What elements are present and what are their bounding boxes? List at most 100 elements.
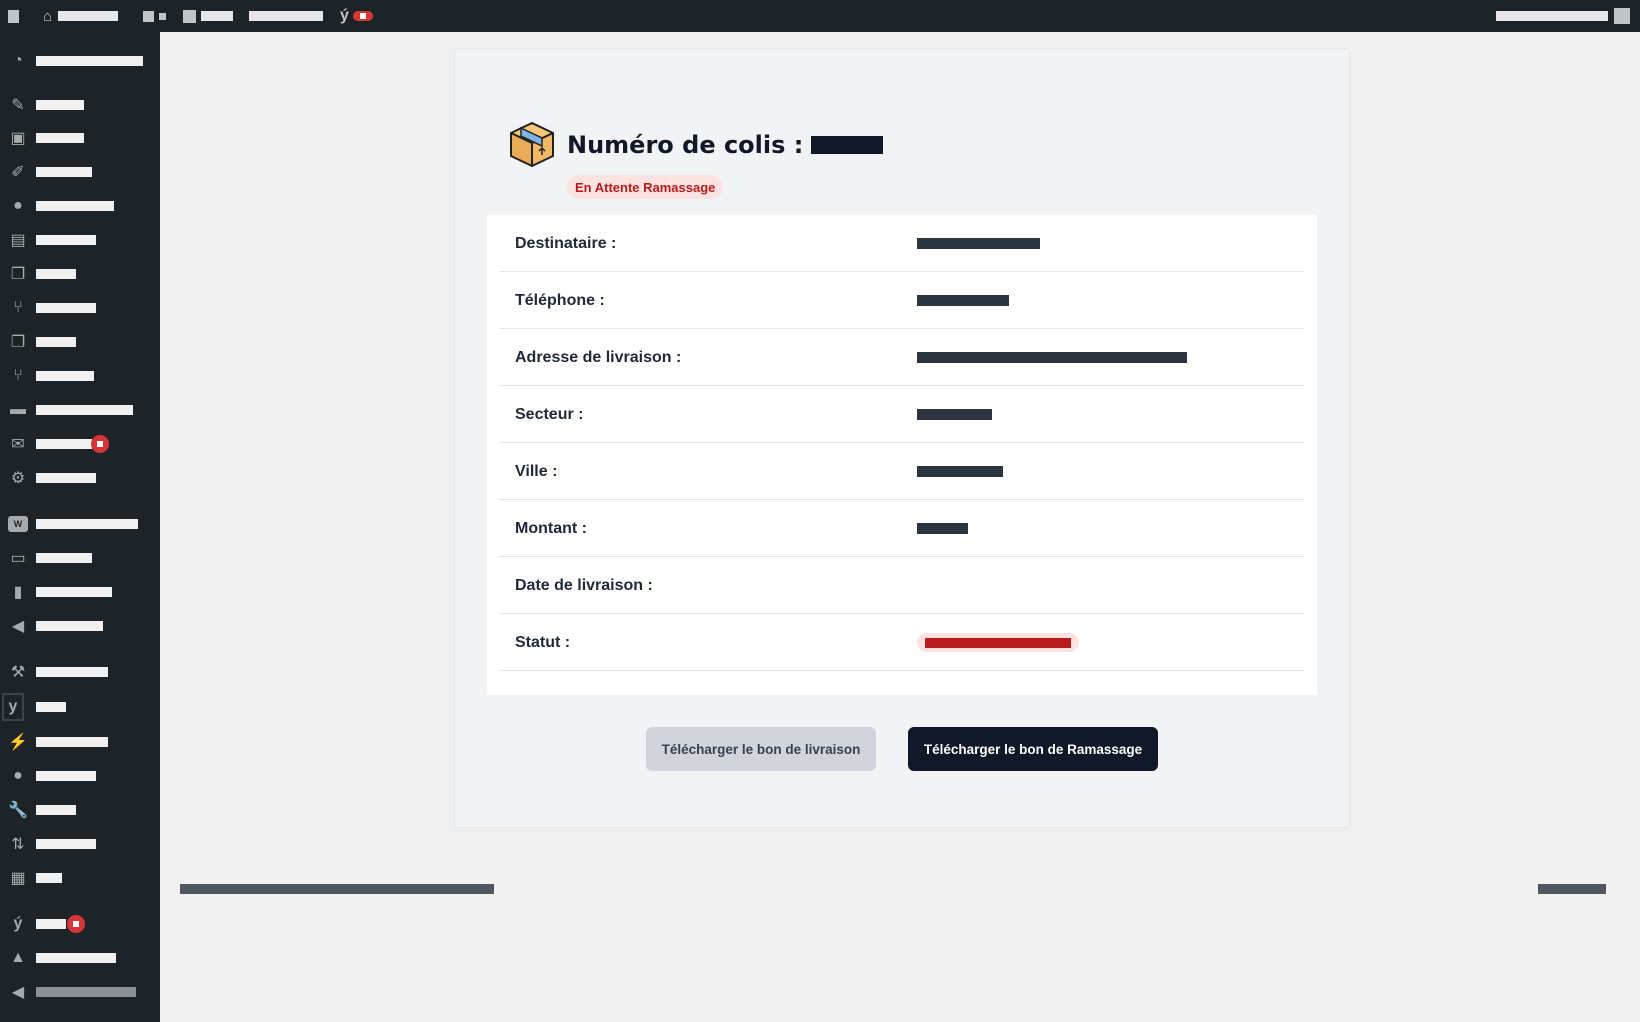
avatar [1614,8,1630,24]
chart-icon: ▮ [13,584,23,601]
menu-label [36,100,84,110]
user-icon: ● [13,767,23,784]
status-badge: En Attente Ramassage [567,175,724,199]
menu-pages[interactable]: ❐ [0,257,160,291]
menu-marketing[interactable]: ◀ [0,609,160,643]
yoast-menu[interactable]: ý [340,0,373,32]
menu-comments[interactable]: ▬ [0,393,160,427]
updates-count [159,12,166,20]
download-pickup-note-button[interactable]: Télécharger le bon de Ramassage [908,727,1158,771]
menu-yoast[interactable]: ý [0,907,160,941]
menu-users[interactable]: ● [0,759,160,793]
table-icon: ▦ [10,870,26,887]
updates-icon [143,10,154,22]
footer-version-redacted [1538,884,1606,894]
menu-mail[interactable]: ✉ [0,427,160,461]
settings-icon: ⚙ [10,470,26,487]
menu-label [36,805,76,815]
menu-label [36,167,92,177]
menu-plugins[interactable]: ⚡ [0,725,160,759]
menu-label [36,133,84,143]
menu-tree-1[interactable]: ⑂ [0,291,160,325]
menu-label [36,987,136,997]
menu-pages-edit[interactable]: ▤ [0,223,160,257]
menu-media[interactable]: ▣ [0,121,160,155]
admin-bar-menu-item[interactable] [249,0,323,32]
menu-woocommerce[interactable]: W [0,507,160,541]
table-row: Statut : [499,614,1305,671]
menu-tree-2[interactable]: ⑂ [0,359,160,393]
row-label: Secteur : [515,405,584,423]
row-label: Statut : [515,633,571,651]
menu-label [36,873,62,883]
wp-logo-icon[interactable] [8,0,19,32]
yoast-icon: y [2,693,24,721]
menu-dashboard[interactable]: ◔ [0,44,160,78]
new-label-redacted [201,11,233,21]
menu-tools-hammer[interactable]: ⚒ [0,655,160,689]
notification-badge [91,435,109,453]
row-value-redacted [917,523,968,534]
new-icon [183,9,196,23]
menu-posts[interactable]: ✎ [0,88,160,122]
table-row: Téléphone : [499,272,1305,329]
tree-icon: ⑂ [13,367,23,384]
site-name-link[interactable]: ⌂ [43,0,119,32]
menu-label [36,702,66,712]
title-text: Numéro de colis : [567,131,804,159]
mail-icon: ✉ [11,436,25,453]
menu-label [36,337,76,347]
menu-appearance-brush[interactable]: ✐ [0,155,160,189]
table-row: Montant : [499,500,1305,557]
import-icon: ⇅ [11,836,25,853]
tree-icon: ⑂ [13,299,23,316]
menu-products[interactable]: ▭ [0,541,160,575]
username-redacted [1496,11,1608,21]
menu-yoast-seo[interactable]: y [0,690,160,724]
parcel-number-redacted [811,136,884,154]
menu-import[interactable]: ⇅ [0,827,160,861]
row-label: Date de livraison : [515,576,653,594]
new-content-link[interactable] [183,0,233,32]
woo-icon: W [8,516,28,532]
pages-icon: ❐ [10,266,26,283]
user-icon: ● [13,197,23,214]
menu-users-profile[interactable]: ● [0,189,160,223]
row-value-redacted [917,466,1003,477]
home-icon: ⌂ [43,7,53,25]
status-value-redacted [925,638,1071,648]
yoast-icon: ý [13,915,23,932]
menu-label-redacted [249,11,323,21]
menu-collapse[interactable]: ◀ [0,975,160,1009]
menu-settings[interactable]: ⚙ [0,461,160,495]
admin-sidebar: ◔ ✎ ▣ ✐ ● ▤ ❐ ⑂ ❐ ⑂ ▬ ✉ ⚙ W ▭ ▮ ◀ ⚒ y ⚡ … [0,32,160,1022]
notification-badge [352,11,373,21]
footer-credit-redacted [180,884,494,894]
comment-icon: ▬ [10,401,26,418]
menu-academy[interactable]: ▲ [0,941,160,975]
package-icon [510,122,554,167]
parcel-details-table: Destinataire : Téléphone : Adresse de li… [487,215,1317,695]
table-row: Date de livraison : [499,557,1305,614]
pages-icon: ❐ [10,334,26,351]
menu-label [36,587,112,597]
menu-label [36,439,92,449]
menu-label [36,771,96,781]
updates-link[interactable] [143,0,166,32]
menu-analytics[interactable]: ▮ [0,575,160,609]
menu-pages-2[interactable]: ❐ [0,325,160,359]
row-value-redacted [917,295,1009,306]
menu-label [36,553,92,563]
dashboard-icon: ◔ [13,52,23,69]
menu-tools[interactable]: 🔧 [0,793,160,827]
page-edit-icon: ▤ [10,232,26,249]
menu-label [36,405,133,415]
megaphone-icon: ◀ [11,618,25,635]
menu-label [36,519,138,529]
download-delivery-note-button[interactable]: Télécharger le bon de livraison [646,727,876,771]
my-account-link[interactable] [1496,0,1630,32]
site-name-redacted [58,11,119,21]
menu-table[interactable]: ▦ [0,861,160,895]
menu-label [36,737,108,747]
table-row: Secteur : [499,386,1305,443]
